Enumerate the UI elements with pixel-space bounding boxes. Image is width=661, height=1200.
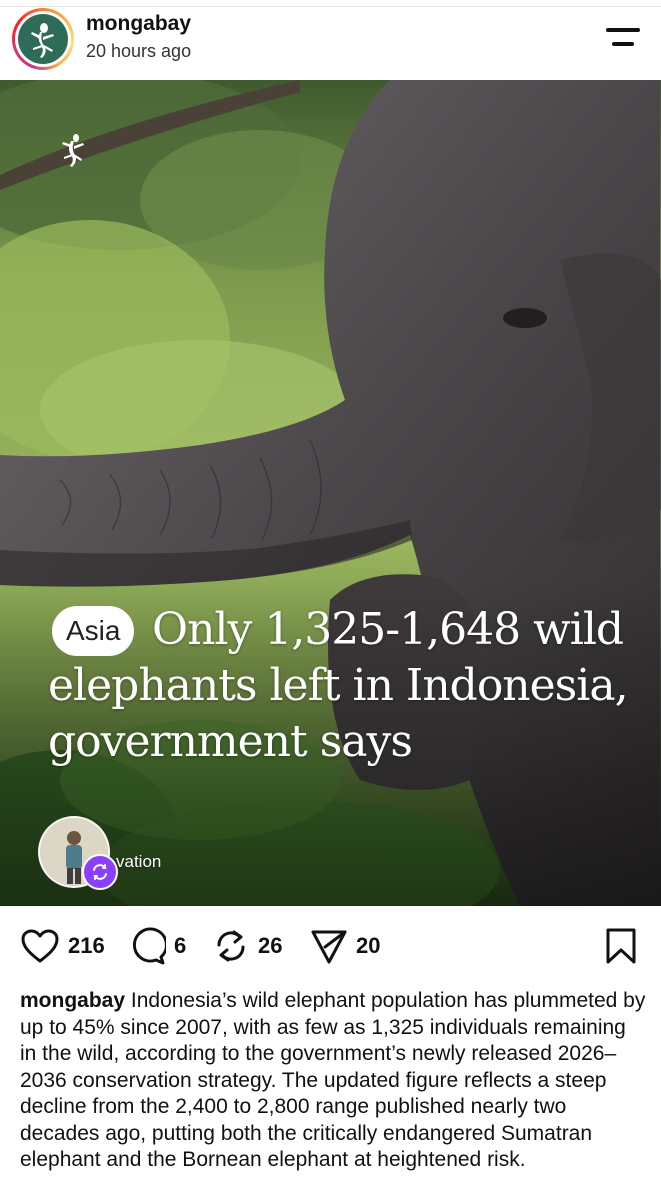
elephant-photo xyxy=(0,80,661,906)
post-actions: 216 6 26 20 xyxy=(0,906,661,988)
heart-icon xyxy=(21,929,59,963)
post-image[interactable]: Asia Only 1,325-1,648 wild elephants lef… xyxy=(0,80,661,906)
post-header: mongabay 20 hours ago xyxy=(0,6,661,80)
comment-button[interactable]: 6 xyxy=(128,926,186,966)
caption-text: Indonesia’s wild elephant population has… xyxy=(20,989,646,1171)
save-button[interactable] xyxy=(604,926,638,966)
post-username[interactable]: mongabay xyxy=(86,12,191,36)
comment-icon xyxy=(132,927,166,965)
gecko-watermark-icon xyxy=(62,134,84,167)
bookmark-icon xyxy=(606,928,636,964)
like-count: 216 xyxy=(68,933,105,958)
repost-button[interactable]: 26 xyxy=(212,926,282,966)
post-headline: Only 1,325-1,648 wild elephants left in … xyxy=(48,604,629,767)
comment-count: 6 xyxy=(174,933,187,958)
gecko-logo-icon xyxy=(18,14,68,64)
send-icon xyxy=(311,930,347,964)
share-count: 20 xyxy=(356,933,381,958)
repost-count: 26 xyxy=(258,933,283,958)
share-button[interactable]: 20 xyxy=(310,926,380,966)
caption-username[interactable]: mongabay xyxy=(20,989,125,1012)
collaborator-label: vation xyxy=(116,852,162,871)
repost-badge-icon xyxy=(82,854,118,890)
like-button[interactable]: 216 xyxy=(20,926,105,966)
repost-icon xyxy=(217,930,245,962)
post-timestamp: 20 hours ago xyxy=(86,41,192,61)
menu-icon[interactable] xyxy=(606,24,642,52)
post-caption: mongabay Indonesia’s wild elephant popul… xyxy=(20,988,646,1174)
avatar[interactable] xyxy=(12,8,74,70)
